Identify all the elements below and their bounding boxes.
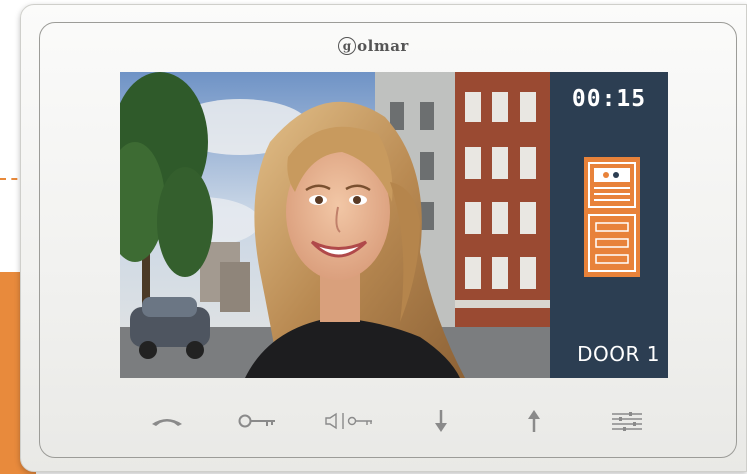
brand-name: olmar [357,37,409,55]
door-open-button[interactable] [232,398,282,444]
monitor-screen: 00:15 DOOR 1 [120,72,668,378]
arrow-down-icon [435,410,447,432]
mute-gate-button[interactable] [324,398,374,444]
door-label: DOOR 1 [577,342,660,366]
hangup-button[interactable] [142,398,192,444]
sliders-icon [612,412,642,431]
up-button[interactable] [509,398,559,444]
call-timer: 00:15 [571,86,647,112]
camera-video-feed [120,72,550,378]
speaker-key-icon [325,412,372,430]
settings-button[interactable] [602,398,652,444]
call-status-panel: 00:15 DOOR 1 [550,72,668,378]
key-icon [238,414,275,428]
brand-logo: g olmar [0,36,747,55]
door-panel-icon [584,157,640,277]
handset-icon [152,419,182,426]
down-button[interactable] [416,398,466,444]
arrow-up-icon [528,410,540,432]
brand-mark: g [338,37,357,55]
